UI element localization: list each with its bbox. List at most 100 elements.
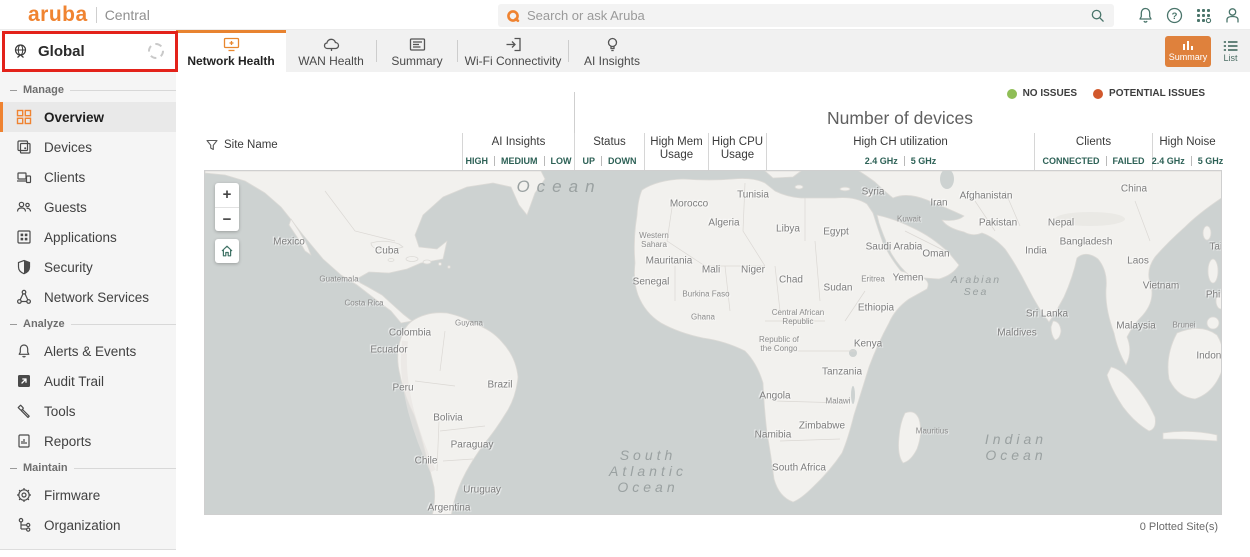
sidebar-item-guests[interactable]: Guests	[0, 192, 176, 222]
tab-wifi-connectivity[interactable]: Wi-Fi Connectivity	[458, 30, 568, 72]
sidebar-item-reports[interactable]: Reports	[0, 426, 176, 456]
summary-view-button[interactable]: Summary	[1165, 36, 1211, 67]
sidebar: Global Manage Overview Devices Clients	[0, 30, 176, 550]
zoom-out-button[interactable]: −	[215, 208, 239, 232]
context-selector[interactable]: Global	[0, 31, 176, 71]
column-site-name[interactable]: Site Name	[204, 133, 462, 170]
sites-table-header: Site Name AI Insights HIGH MEDIUM LOW Stat…	[204, 133, 1222, 170]
map-home-button[interactable]	[215, 239, 239, 263]
column-label: High CH utilization	[769, 136, 1032, 149]
sub-label[interactable]: CONNECTED	[1042, 156, 1099, 166]
overview-grid-icon	[16, 109, 32, 125]
sidebar-item-audit-trail[interactable]: Audit Trail	[0, 366, 176, 396]
column-label: High CPU Usage	[711, 136, 764, 162]
sidebar-item-security[interactable]: Security	[0, 252, 176, 282]
monitor-plus-icon	[223, 37, 240, 52]
column-status[interactable]: Status UP DOWN	[574, 133, 644, 170]
view-toggle: Summary List	[1165, 30, 1250, 72]
column-high-cpu-usage[interactable]: High CPU Usage	[708, 133, 766, 170]
sidebar-item-clients[interactable]: Clients	[0, 162, 176, 192]
report-icon	[16, 433, 32, 449]
svg-text:?: ?	[1172, 11, 1178, 22]
wrench-icon	[16, 403, 32, 419]
legend-label: POTENTIAL ISSUES	[1109, 88, 1205, 99]
help-icon[interactable]: ?	[1165, 6, 1184, 25]
sidebar-item-label: Organization	[44, 518, 121, 533]
section-analyze: Analyze	[0, 312, 176, 336]
sub-label[interactable]: UP	[582, 156, 595, 166]
sub-label[interactable]: 5 GHz	[1191, 156, 1224, 166]
list-view-button[interactable]: List	[1223, 40, 1238, 63]
context-label: Global	[38, 43, 139, 60]
column-label: Clients	[1037, 136, 1150, 149]
clients-icon	[16, 169, 32, 185]
sub-label[interactable]: HIGH	[466, 156, 489, 166]
sub-label[interactable]: LOW	[544, 156, 572, 166]
search-icon[interactable]	[1090, 8, 1105, 23]
sidebar-item-overview[interactable]: Overview	[0, 102, 176, 132]
column-high-ch-utilization[interactable]: High CH utilization 2.4 GHz 5 GHz	[766, 133, 1034, 170]
sidebar-item-label: Firmware	[44, 488, 100, 503]
sub-label[interactable]: 5 GHz	[904, 156, 937, 166]
search-placeholder: Search or ask Aruba	[527, 8, 1090, 23]
column-ai-insights[interactable]: AI Insights HIGH MEDIUM LOW	[462, 133, 574, 170]
aruba-mark-icon	[506, 9, 520, 23]
home-icon	[220, 244, 234, 258]
column-high-noise[interactable]: High Noise 2.4 GHz5 GHz	[1152, 133, 1222, 170]
plotted-sites-count: 0 Plotted Site(s)	[1140, 521, 1218, 533]
sub-label[interactable]: 2.4 GHz	[865, 156, 898, 166]
top-bar: aruba Central Search or ask Aruba ?	[0, 0, 1250, 30]
tab-ai-insights[interactable]: AI Insights	[569, 30, 655, 72]
tab-summary[interactable]: Summary	[377, 30, 457, 72]
org-tree-icon	[16, 517, 32, 533]
sidebar-item-tools[interactable]: Tools	[0, 396, 176, 426]
search-input[interactable]: Search or ask Aruba	[498, 4, 1114, 27]
aruba-central-app: aruba Central Search or ask Aruba ?	[0, 0, 1250, 557]
sidebar-item-alerts-events[interactable]: Alerts & Events	[0, 336, 176, 366]
tab-label: AI Insights	[584, 54, 640, 68]
aruba-logo: aruba	[28, 0, 88, 30]
sidebar-item-label: Tools	[44, 404, 76, 419]
column-label: Status	[577, 136, 642, 149]
column-clients[interactable]: Clients CONNECTED FAILED	[1034, 133, 1152, 170]
product-name: Central	[105, 7, 150, 23]
account-icon[interactable]	[1223, 6, 1242, 25]
column-label: AI Insights	[465, 136, 572, 149]
sidebar-item-organization[interactable]: Organization	[0, 510, 176, 540]
audit-trail-icon	[16, 373, 32, 389]
orange-dot-icon	[1093, 89, 1103, 99]
sub-label[interactable]: FAILED	[1106, 156, 1145, 166]
cloud-icon	[323, 37, 340, 52]
apps-icon[interactable]	[1194, 6, 1213, 25]
zoom-in-button[interactable]: +	[215, 183, 239, 208]
filter-icon[interactable]	[206, 139, 218, 151]
display-icon	[409, 37, 426, 52]
tab-network-health[interactable]: Network Health	[176, 30, 286, 72]
sub-label[interactable]: MEDIUM	[494, 156, 538, 166]
notifications-icon[interactable]	[1136, 6, 1155, 25]
sidebar-item-devices[interactable]: Devices	[0, 132, 176, 162]
legend-potential-issues: POTENTIAL ISSUES	[1093, 88, 1205, 99]
logo-divider	[96, 7, 97, 23]
sub-label[interactable]: 2.4 GHz	[1152, 156, 1185, 166]
top-icon-group: ?	[1136, 6, 1242, 25]
sidebar-item-label: Clients	[44, 170, 85, 185]
world-map[interactable]: OceanMexicoCubaGuatemalaCosta RicaColomb…	[204, 170, 1222, 515]
sidebar-item-network-services[interactable]: Network Services	[0, 282, 176, 312]
sidebar-item-label: Alerts & Events	[44, 344, 136, 359]
column-label: High Mem Usage	[647, 136, 706, 162]
bell-icon	[16, 343, 32, 359]
sub-label[interactable]: DOWN	[601, 156, 637, 166]
section-maintain: Maintain	[0, 456, 176, 480]
sidebar-item-applications[interactable]: Applications	[0, 222, 176, 252]
applications-icon	[16, 229, 32, 245]
sidebar-item-label: Devices	[44, 140, 92, 155]
column-high-mem-usage[interactable]: High Mem Usage	[644, 133, 708, 170]
sidebar-item-label: Security	[44, 260, 93, 275]
tab-label: Summary	[391, 54, 442, 68]
sidebar-item-firmware[interactable]: Firmware	[0, 480, 176, 510]
section-manage: Manage	[0, 78, 176, 102]
tab-wan-health[interactable]: WAN Health	[286, 30, 376, 72]
tab-label: Wi-Fi Connectivity	[465, 54, 562, 68]
lightbulb-icon	[604, 37, 621, 52]
